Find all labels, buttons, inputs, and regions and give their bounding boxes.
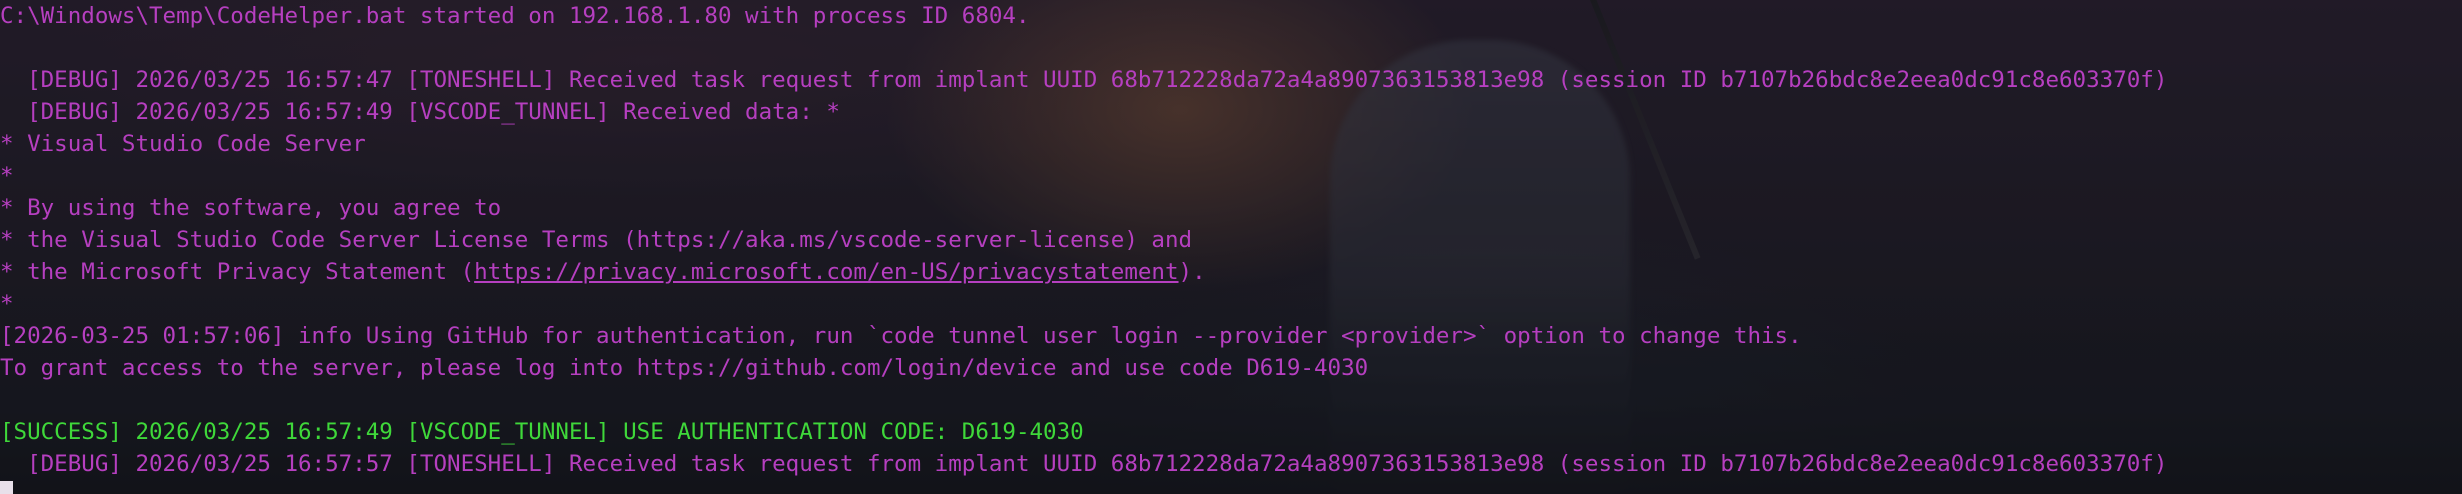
privacy-statement-link[interactable]: https://privacy.microsoft.com/en-US/priv… [474, 259, 1178, 285]
log-line-banner-license: * the Visual Studio Code Server License … [0, 227, 1193, 253]
log-line-debug-toneshell: [DEBUG] 2026/03/25 16:57:47 [TONESHELL] … [0, 67, 2168, 93]
log-line-banner-privacy: * the Microsoft Privacy Statement (https… [0, 256, 2462, 288]
log-line-process-start: C:\Windows\Temp\CodeHelper.bat started o… [0, 3, 1030, 29]
log-line-success-auth-code: [SUCCESS] 2026/03/25 16:57:49 [VSCODE_TU… [0, 419, 1084, 445]
log-line-grant-access: To grant access to the server, please lo… [0, 355, 1369, 381]
log-line-info-github: [2026-03-25 01:57:06] info Using GitHub … [0, 323, 1802, 349]
terminal-output[interactable]: C:\Windows\Temp\CodeHelper.bat started o… [0, 0, 2462, 494]
log-line-banner-star: * [0, 163, 14, 189]
privacy-suffix: ). [1178, 259, 1206, 285]
log-line-blank [0, 384, 2462, 416]
log-line-debug-vscode-tunnel: [DEBUG] 2026/03/25 16:57:49 [VSCODE_TUNN… [0, 99, 840, 125]
log-line-banner-agree: * By using the software, you agree to [0, 195, 502, 221]
log-line-blank [0, 32, 2462, 64]
log-line-banner-title: * Visual Studio Code Server [0, 131, 366, 157]
privacy-prefix: * the Microsoft Privacy Statement ( [0, 259, 475, 285]
log-line-debug-toneshell: [DEBUG] 2026/03/25 16:57:57 [TONESHELL] … [0, 451, 2168, 477]
log-line-banner-star: * [0, 291, 14, 317]
terminal-cursor [0, 481, 13, 494]
